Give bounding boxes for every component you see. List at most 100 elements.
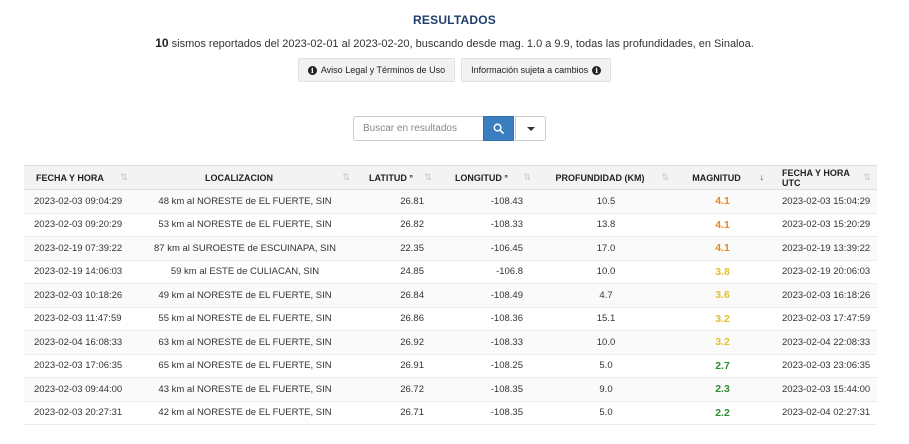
- cell-profundidad: 5.0: [537, 354, 675, 378]
- sort-icon: ⇅: [523, 172, 531, 182]
- cell-fecha-utc: 2023-02-04 22:08:33: [770, 330, 877, 355]
- cell-fecha-utc: 2023-02-03 15:44:00: [770, 377, 877, 402]
- table-row: 2023-02-03 10:18:26 49 km al NORESTE de E…: [24, 283, 877, 308]
- cell-profundidad: 10.0: [537, 330, 675, 355]
- search-icon: [493, 123, 504, 134]
- cell-fecha: 2023-02-03 17:06:35: [24, 354, 134, 378]
- sort-icon: ⇅: [120, 172, 128, 182]
- sort-icon: ⇅: [342, 172, 350, 182]
- legal-notice-button[interactable]: i Aviso Legal y Términos de Uso: [297, 58, 456, 82]
- results-summary: 10 sismos reportados del 2023-02-01 al 2…: [0, 36, 909, 50]
- column-header-fecha-utc[interactable]: FECHA Y HORA UTC ⇅: [770, 165, 877, 190]
- table-row: 2023-02-03 20:27:31 42 km al NORESTE de E…: [24, 401, 877, 425]
- cell-longitud: -106.8: [438, 260, 537, 284]
- cell-latitud: 26.84: [356, 283, 438, 308]
- cell-profundidad: 5.0: [537, 401, 675, 425]
- table-row: 2023-02-03 11:47:59 55 km al NORESTE de E…: [24, 307, 877, 331]
- info-icon: i: [307, 65, 317, 75]
- column-header-profundidad[interactable]: PROFUNDIDAD (KM) ⇅: [537, 165, 675, 190]
- subject-to-change-button[interactable]: Información sujeta a cambios i: [461, 58, 612, 82]
- results-table: FECHA Y HORA ⇅ LOCALIZACION ⇅ LATITUD ° ⇅ L…: [24, 165, 877, 425]
- column-header-label: LOCALIZACION: [205, 172, 273, 183]
- cell-fecha: 2023-02-04 16:08:33: [24, 330, 134, 355]
- table-row: 2023-02-19 07:39:22 87 km al SUROESTE de …: [24, 236, 877, 261]
- sort-icon: ⇅: [661, 172, 669, 182]
- cell-longitud: -108.35: [438, 377, 537, 402]
- cell-latitud: 26.86: [356, 307, 438, 331]
- cell-longitud: -108.33: [438, 330, 537, 355]
- cell-longitud: -108.43: [438, 189, 537, 214]
- cell-profundidad: 4.7: [537, 283, 675, 308]
- cell-profundidad: 13.8: [537, 213, 675, 237]
- cell-localizacion: 87 km al SUROESTE de ESCUINAPA, SIN: [134, 236, 356, 261]
- sort-icon: ⇅: [863, 172, 871, 182]
- cell-magnitud: 2.2: [675, 401, 770, 425]
- table-row: 2023-02-03 09:04:29 48 km al NORESTE de E…: [24, 189, 877, 214]
- chevron-down-icon: [526, 126, 535, 131]
- cell-latitud: 26.91: [356, 354, 438, 378]
- cell-fecha-utc: 2023-02-04 02:27:31: [770, 401, 877, 425]
- table-header-row: FECHA Y HORA ⇅ LOCALIZACION ⇅ LATITUD ° ⇅ L…: [24, 165, 877, 190]
- cell-profundidad: 9.0: [537, 377, 675, 402]
- cell-latitud: 26.72: [356, 377, 438, 402]
- cell-localizacion: 65 km al NORESTE de EL FUERTE, SIN: [134, 354, 356, 378]
- cell-magnitud: 2.7: [675, 354, 770, 378]
- cell-localizacion: 43 km al NORESTE de EL FUERTE, SIN: [134, 377, 356, 402]
- table-row: 2023-02-19 14:06:03 59 km al ESTE de CULI…: [24, 260, 877, 284]
- cell-profundidad: 10.0: [537, 260, 675, 284]
- search-options-dropdown[interactable]: [515, 116, 546, 141]
- search-group: [353, 116, 546, 141]
- cell-fecha-utc: 2023-02-19 20:06:03: [770, 260, 877, 284]
- results-summary-text: sismos reportados del 2023-02-01 al 2023…: [171, 38, 754, 50]
- cell-longitud: -108.36: [438, 307, 537, 331]
- cell-latitud: 26.82: [356, 213, 438, 237]
- info-icon: i: [592, 65, 602, 75]
- cell-fecha: 2023-02-19 07:39:22: [24, 236, 134, 261]
- cell-longitud: -108.35: [438, 401, 537, 425]
- cell-magnitud: 3.8: [675, 260, 770, 284]
- column-header-label: PROFUNDIDAD (KM): [555, 172, 645, 183]
- cell-magnitud: 4.1: [675, 236, 770, 261]
- cell-magnitud: 3.6: [675, 283, 770, 308]
- cell-latitud: 22.35: [356, 236, 438, 261]
- table-row: 2023-02-03 17:06:35 65 km al NORESTE de E…: [24, 354, 877, 378]
- cell-magnitud: 3.2: [675, 307, 770, 331]
- cell-localizacion: 53 km al NORESTE de EL FUERTE, SIN: [134, 213, 356, 237]
- column-header-localizacion[interactable]: LOCALIZACION ⇅: [134, 165, 356, 190]
- column-header-magnitud[interactable]: MAGNITUD ↓: [675, 165, 770, 190]
- cell-localizacion: 42 km al NORESTE de EL FUERTE, SIN: [134, 401, 356, 425]
- column-header-label: FECHA Y HORA UTC: [782, 167, 850, 188]
- page-title: RESULTADOS: [413, 13, 496, 27]
- cell-longitud: -108.25: [438, 354, 537, 378]
- legal-notice-label: Aviso Legal y Términos de Uso: [320, 65, 446, 75]
- cell-longitud: -106.45: [438, 236, 537, 261]
- column-header-label: LATITUD °: [369, 172, 413, 183]
- cell-localizacion: 48 km al NORESTE de EL FUERTE, SIN: [134, 189, 356, 214]
- cell-profundidad: 10.5: [537, 189, 675, 214]
- cell-localizacion: 59 km al ESTE de CULIACAN, SIN: [134, 260, 356, 284]
- cell-profundidad: 17.0: [537, 236, 675, 261]
- column-header-label: MAGNITUD: [692, 172, 741, 183]
- column-header-longitud[interactable]: LONGITUD ° ⇅: [438, 165, 537, 190]
- cell-fecha-utc: 2023-02-03 17:47:59: [770, 307, 877, 331]
- cell-fecha: 2023-02-03 09:44:00: [24, 377, 134, 402]
- column-header-fecha[interactable]: FECHA Y HORA ⇅: [24, 165, 134, 190]
- cell-fecha: 2023-02-03 09:04:29: [24, 189, 134, 214]
- cell-fecha: 2023-02-03 11:47:59: [24, 307, 134, 331]
- cell-fecha-utc: 2023-02-03 15:20:29: [770, 213, 877, 237]
- cell-magnitud: 2.3: [675, 377, 770, 402]
- search-input[interactable]: [353, 116, 483, 141]
- cell-localizacion: 63 km al NORESTE de EL FUERTE, SIN: [134, 330, 356, 355]
- column-header-label: FECHA Y HORA: [36, 172, 104, 183]
- cell-fecha: 2023-02-19 14:06:03: [24, 260, 134, 284]
- subject-to-change-label: Información sujeta a cambios: [471, 65, 589, 75]
- cell-latitud: 24.85: [356, 260, 438, 284]
- results-count: 10: [155, 36, 169, 50]
- cell-magnitud: 4.1: [675, 213, 770, 237]
- cell-localizacion: 55 km al NORESTE de EL FUERTE, SIN: [134, 307, 356, 331]
- column-header-latitud[interactable]: LATITUD ° ⇅: [356, 165, 438, 190]
- sort-descending-icon: ↓: [759, 172, 765, 182]
- search-button[interactable]: [483, 116, 514, 141]
- cell-longitud: -108.49: [438, 283, 537, 308]
- cell-fecha-utc: 2023-02-03 16:18:26: [770, 283, 877, 308]
